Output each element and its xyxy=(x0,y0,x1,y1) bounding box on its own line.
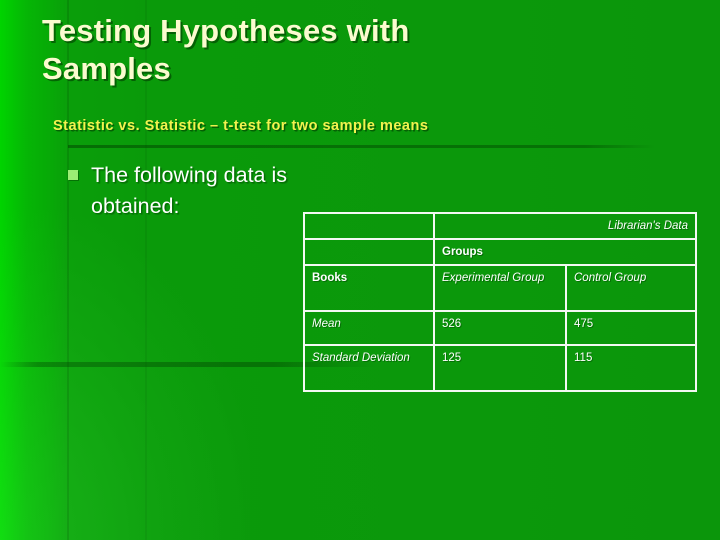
slide-canvas: Testing Hypotheses with Samples Statisti… xyxy=(0,0,720,540)
table-cell: Librarian's Data xyxy=(433,212,697,240)
table-row: Groups xyxy=(303,238,697,266)
table-cell: Standard Deviation xyxy=(303,344,435,392)
table-cell: Experimental Group xyxy=(433,264,567,312)
table-cell: 526 xyxy=(433,310,567,346)
table-cell xyxy=(303,212,435,240)
table-body: Librarian's Data Groups Books Experimental … xyxy=(303,212,697,392)
bullet-item-label: The following data is obtained: xyxy=(91,163,287,218)
square-bullet-icon xyxy=(68,170,78,180)
table-cell: Mean xyxy=(303,310,435,346)
table-row: Books Experimental Group Control Group xyxy=(303,264,697,312)
subtitle-divider xyxy=(68,145,656,148)
table-cell: 475 xyxy=(565,310,697,346)
slide-subtitle: Statistic vs. Statistic – t-test for two… xyxy=(53,118,429,134)
table-cell: 125 xyxy=(433,344,567,392)
table-cell: Books xyxy=(303,264,435,312)
background-glow xyxy=(0,210,250,540)
bullet-list: The following data is obtained: xyxy=(68,160,298,222)
table-row: Librarian's Data xyxy=(303,212,697,240)
table-cell: Groups xyxy=(433,238,697,266)
table-row: Mean 526 475 xyxy=(303,310,697,346)
librarian-data-table: Librarian's Data Groups Books Experimental … xyxy=(303,212,697,392)
table-cell xyxy=(303,238,435,266)
table-cell: 115 xyxy=(565,344,697,392)
table-row: Standard Deviation 125 115 xyxy=(303,344,697,392)
table-cell: Control Group xyxy=(565,264,697,312)
slide-title: Testing Hypotheses with Samples xyxy=(42,13,410,86)
